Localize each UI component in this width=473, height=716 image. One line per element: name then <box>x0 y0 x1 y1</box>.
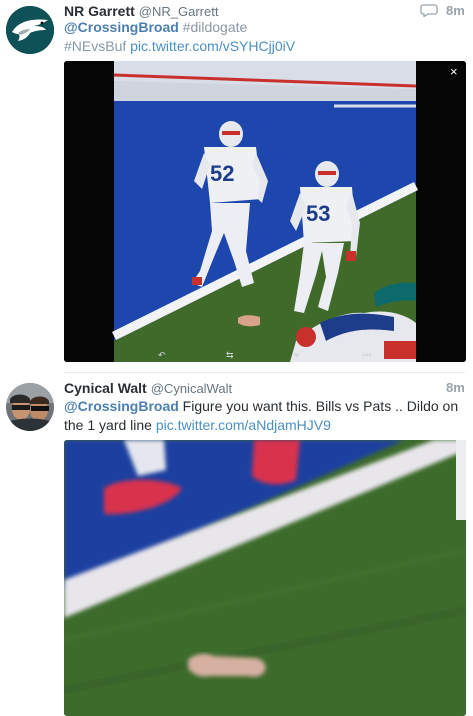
tweet-time[interactable]: 8m <box>446 3 465 18</box>
tweet-1[interactable]: NR Garrett @NR_Garrett 8m @CrossingBroad … <box>0 0 473 372</box>
mention-link[interactable]: @CrossingBroad <box>64 19 179 35</box>
display-name[interactable]: NR Garrett <box>64 3 135 19</box>
tweet-body-line: the 1 yard line <box>64 417 152 433</box>
author-handle[interactable]: @NR_Garrett <box>139 4 219 19</box>
author-name[interactable]: Cynical Walt @CynicalWalt <box>64 380 232 396</box>
field-closeup-photo <box>64 440 466 716</box>
more-icon[interactable]: ••• <box>362 351 371 360</box>
hashtag-link[interactable]: #dildogate <box>183 19 248 35</box>
tweet-media-image[interactable] <box>64 440 466 716</box>
author-name[interactable]: NR Garrett @NR_Garrett <box>64 3 218 19</box>
mention-link[interactable]: @CrossingBroad <box>64 398 179 414</box>
pic-link[interactable]: pic.twitter.com/aNdjamHJV9 <box>156 417 331 433</box>
close-icon[interactable]: × <box>450 65 458 78</box>
avatar-photo[interactable] <box>6 383 54 431</box>
display-name[interactable]: Cynical Walt <box>64 380 147 396</box>
retweet-icon[interactable]: ⇆ <box>226 351 234 360</box>
author-handle[interactable]: @CynicalWalt <box>151 381 232 396</box>
pic-link[interactable]: pic.twitter.com/vSYHCjj0iV <box>130 38 295 54</box>
reply-icon[interactable] <box>420 3 438 17</box>
football-field-photo: 52 53 <box>64 61 466 362</box>
tweet-text: @CrossingBroad #dildogate #NEvsBuf pic.t… <box>64 18 464 56</box>
tweet-time[interactable]: 8m <box>446 380 465 395</box>
avatar-eagles-logo-icon[interactable] <box>6 6 54 54</box>
tweet-media-image[interactable]: 52 53 × ↶ ⇆ ♥ ••• <box>64 61 466 362</box>
jersey-number: 53 <box>306 201 330 226</box>
tweet-2[interactable]: Cynical Walt @CynicalWalt 8m @CrossingBro… <box>0 373 473 716</box>
tweet-body-line: Figure you want this. Bills vs Pats .. D… <box>182 398 459 414</box>
back-icon[interactable]: ↶ <box>158 351 166 360</box>
hashtag-link[interactable]: #NEvsBuf <box>64 38 126 54</box>
tweet-text: @CrossingBroad Figure you want this. Bil… <box>64 397 464 435</box>
heart-icon[interactable]: ♥ <box>294 351 299 360</box>
jersey-number: 52 <box>210 161 234 186</box>
